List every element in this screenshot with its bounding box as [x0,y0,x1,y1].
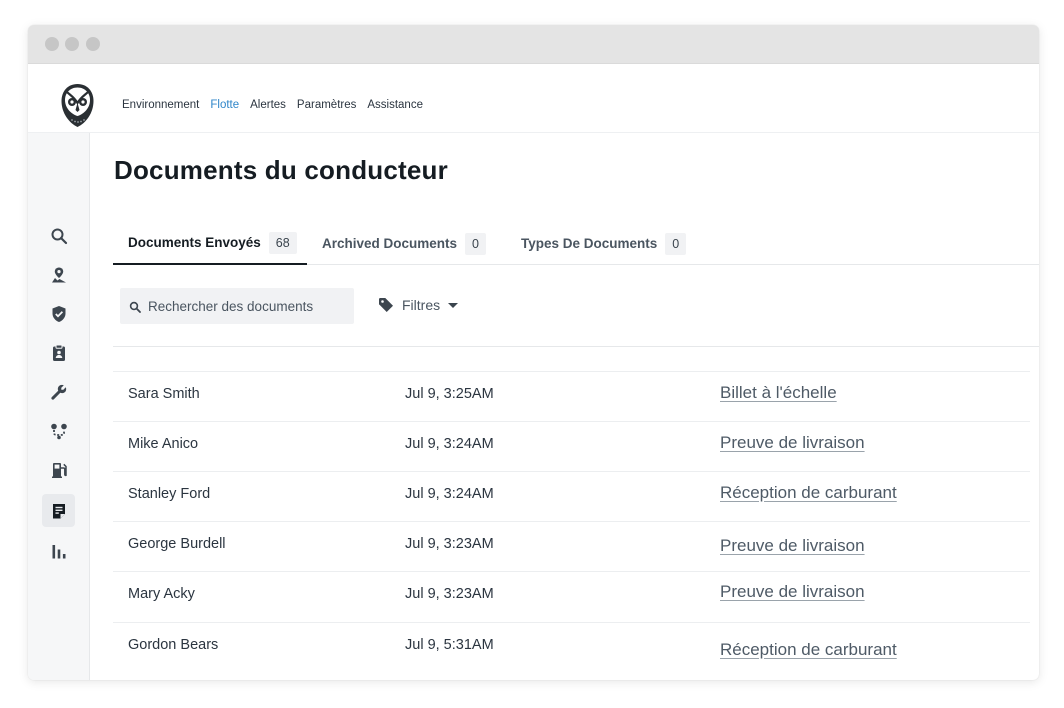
table-row[interactable]: George Burdell Jul 9, 3:23AM Preuve de liv… [113,521,1030,571]
section-divider [113,346,1039,347]
document-timestamp: Jul 9, 3:25AM [405,386,494,402]
search-icon[interactable] [42,219,75,252]
tab-types-de-documents[interactable]: Types De Documents 0 [506,222,706,265]
documents-table: Sara Smith Jul 9, 3:25AM Billet à l'échell… [113,371,1030,672]
search-placeholder: Rechercher des documents [148,298,314,314]
window-minimize-dot[interactable] [65,37,79,51]
document-type-link[interactable]: Preuve de livraison [720,433,865,453]
table-row[interactable]: Sara Smith Jul 9, 3:25AM Billet à l'échell… [113,371,1030,421]
top-nav-links: Environnement Flotte Alertes Paramètres … [122,99,423,111]
driver-name: Mary Acky [128,586,195,602]
document-type-link[interactable]: Réception de carburant [720,640,897,660]
document-type-link[interactable]: Preuve de livraison [720,582,865,602]
nav-link-flotte[interactable]: Flotte [210,99,239,111]
tab-label: Documents Envoyés [128,235,261,250]
search-input[interactable]: Rechercher des documents [120,288,354,324]
window-titlebar [28,25,1039,64]
document-timestamp: Jul 9, 3:23AM [405,586,494,602]
tab-label: Types De Documents [521,236,658,251]
page-title: Documents du conducteur [114,155,448,185]
driver-name: Gordon Bears [128,637,219,653]
fuel-icon[interactable] [42,453,75,486]
document-timestamp: Jul 9, 5:31AM [405,637,494,653]
filters-dropdown[interactable]: Filtres [378,297,459,313]
nav-link-assistance[interactable]: Assistance [367,99,423,111]
document-timestamp: Jul 9, 3:24AM [405,486,494,502]
tab-count-badge: 68 [268,231,297,254]
filters-label: Filtres [402,297,441,313]
document-type-link[interactable]: Preuve de livraison [720,536,865,556]
top-navigation: Environnement Flotte Alertes Paramètres … [28,65,1039,133]
nav-link-parametres[interactable]: Paramètres [297,99,356,111]
driver-name: Sara Smith [128,386,200,402]
tag-icon [379,298,393,312]
table-row[interactable]: Mike Anico Jul 9, 3:24AM Preuve de livrais… [113,421,1030,471]
document-tabs: Documents Envoyés 68 Archived Documents … [113,222,1039,265]
table-row[interactable]: Mary Acky Jul 9, 3:23AM Preuve de livraiso… [113,571,1030,622]
table-row[interactable]: Gordon Bears Jul 9, 5:31AM Réception de ca… [113,622,1030,672]
chevron-down-icon [448,302,459,308]
owl-logo-icon[interactable] [60,83,95,128]
document-type-link[interactable]: Réception de carburant [720,483,897,503]
shield-check-icon[interactable] [42,297,75,330]
window-close-dot[interactable] [45,37,59,51]
map-pin-icon[interactable] [42,258,75,291]
driver-name: Stanley Ford [128,486,211,502]
tab-label: Archived Documents [322,236,458,251]
nav-link-alertes[interactable]: Alertes [250,99,286,111]
document-timestamp: Jul 9, 3:23AM [405,536,494,552]
tab-count-badge: 0 [665,232,687,255]
tab-documents-envoyes[interactable]: Documents Envoyés 68 [113,222,307,265]
driver-name: Mike Anico [128,436,199,452]
wrench-icon[interactable] [42,375,75,408]
search-icon [129,301,141,313]
app-window: Environnement Flotte Alertes Paramètres … [28,25,1039,680]
tab-count-badge: 0 [465,232,486,255]
nav-link-environnement[interactable]: Environnement [122,99,199,111]
sidebar [28,133,90,680]
driver-name: George Burdell [128,536,226,552]
main-content: Documents du conducteur Documents Envoyé… [90,133,1039,680]
document-timestamp: Jul 9, 3:24AM [405,436,494,452]
document-type-link[interactable]: Billet à l'échelle [720,383,837,403]
route-icon[interactable] [42,414,75,447]
table-row[interactable]: Stanley Ford Jul 9, 3:24AM Réception de ca… [113,471,1030,521]
document-icon[interactable] [42,494,75,527]
bar-chart-icon[interactable] [42,534,75,567]
window-maximize-dot[interactable] [86,37,100,51]
clipboard-icon[interactable] [42,336,75,369]
tab-archived-documents[interactable]: Archived Documents 0 [307,222,505,265]
